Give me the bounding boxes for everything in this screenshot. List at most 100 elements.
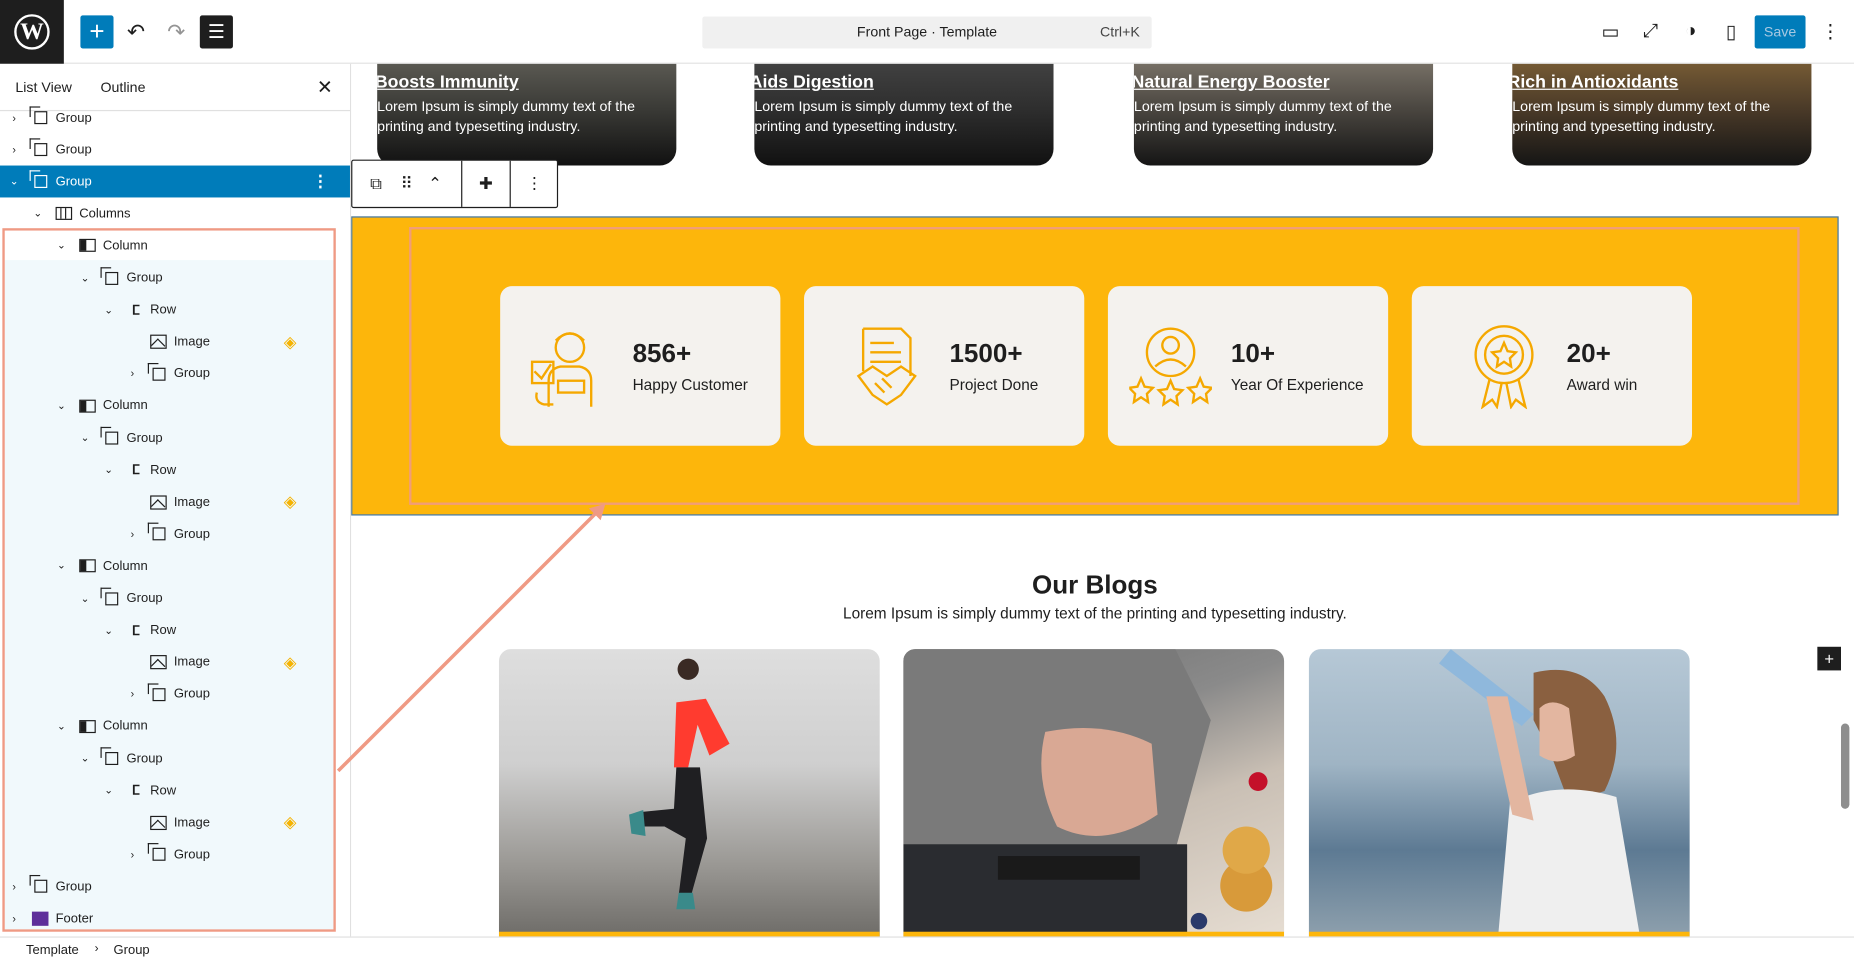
stat-card[interactable]: 10+ Year Of Experience <box>1107 286 1389 446</box>
chevron-down-icon[interactable]: ⌄ <box>7 175 21 188</box>
stat-card[interactable]: 856+ Happy Customer <box>500 286 781 446</box>
feature-card[interactable]: Aids Digestion Lorem Ipsum is simply dum… <box>754 63 1054 166</box>
align-button[interactable]: ✚ <box>462 161 509 207</box>
blogs-subtitle[interactable]: Lorem Ipsum is simply dummy text of the … <box>351 604 1838 622</box>
tree-row-group[interactable]: › Group <box>0 518 350 550</box>
options-menu-button[interactable]: ⋮ <box>1815 17 1846 48</box>
save-button[interactable]: Save <box>1754 15 1806 49</box>
tree-row-column[interactable]: ⌄ Column <box>0 550 350 582</box>
chevron-down-icon[interactable]: ⌄ <box>102 303 116 316</box>
close-icon[interactable]: ✕ <box>317 76 333 100</box>
chevron-down-icon[interactable]: ⌄ <box>54 239 68 252</box>
chevron-down-icon[interactable]: ⌄ <box>78 432 92 445</box>
tree-row-group[interactable]: › Group <box>0 102 350 134</box>
block-options-button[interactable]: ⋮ <box>511 161 558 207</box>
block-toolbar: ⧉ ⠿ ⌃ ✚ ⋮ <box>351 159 559 209</box>
tree-row-group[interactable]: › Group <box>0 678 350 710</box>
add-block-button[interactable]: + <box>80 15 114 49</box>
view-desktop-button[interactable]: ▭ <box>1595 17 1626 48</box>
chevron-down-icon[interactable]: ⌄ <box>54 400 68 413</box>
group-block-icon <box>147 683 168 703</box>
tree-row-group[interactable]: › Group <box>0 358 350 390</box>
blog-image-hydration[interactable] <box>1308 649 1690 937</box>
chevron-right-icon[interactable]: › <box>7 144 21 156</box>
chevron-right-icon[interactable]: › <box>125 528 139 540</box>
tree-row-group[interactable]: › Group <box>0 871 350 903</box>
feature-card[interactable]: Rich in Antioxidants Lorem Ipsum is simp… <box>1512 63 1812 166</box>
chevron-down-icon[interactable]: ⌄ <box>31 207 45 220</box>
card-title[interactable]: Aids Digestion <box>754 72 873 92</box>
stat-card[interactable]: 20+ Award win <box>1411 286 1693 446</box>
block-inserter-button[interactable]: + <box>1817 646 1841 671</box>
block-type-button[interactable]: ⧉ <box>352 161 399 207</box>
chevron-down-icon[interactable]: ⌄ <box>78 752 92 765</box>
move-up-down-button[interactable]: ⌃ <box>421 161 449 207</box>
breadcrumb-group[interactable]: Group <box>114 944 150 958</box>
tree-row-group[interactable]: ⌄ Group <box>0 582 350 614</box>
chevron-down-icon[interactable]: ⌄ <box>102 784 116 797</box>
document-overview-button[interactable]: ☰ <box>199 15 233 49</box>
drag-handle[interactable]: ⠿ <box>395 161 419 207</box>
chevron-down-icon[interactable]: ⌄ <box>78 271 92 284</box>
chevron-right-icon[interactable]: › <box>7 112 21 124</box>
tab-list-view[interactable]: List View <box>15 79 72 96</box>
tree-row-row[interactable]: ⌄ ⵎ Row <box>0 294 350 326</box>
tree-row-group[interactable]: ⌄ Group <box>0 422 350 454</box>
settings-sidebar-button[interactable]: ▯ <box>1716 17 1747 48</box>
group-block-icon <box>147 843 168 863</box>
chevron-right-icon[interactable]: › <box>125 849 139 861</box>
stats-section-selected[interactable]: 856+ Happy Customer 1500+ Project Done 1… <box>351 216 1841 671</box>
tree-row-image[interactable]: Image ◈ <box>0 486 350 518</box>
tree-row-row[interactable]: ⌄ ⵎ Row <box>0 775 350 807</box>
fullscreen-button[interactable]: ⤢ <box>1635 17 1666 48</box>
tree-row-column[interactable]: ⌄ Column <box>0 390 350 422</box>
tree-row-image[interactable]: Image ◈ <box>0 646 350 678</box>
chevron-down-icon[interactable]: ⌄ <box>54 560 68 573</box>
styles-button[interactable]: ◑ <box>1675 17 1706 48</box>
tree-row-image[interactable]: Image ◈ <box>0 326 350 358</box>
more-vertical-icon[interactable]: ⋮ <box>312 172 329 192</box>
chevron-right-icon[interactable]: › <box>125 689 139 701</box>
feature-card[interactable]: Natural Energy Booster Lorem Ipsum is si… <box>1133 63 1434 166</box>
undo-button[interactable]: ↶ <box>119 15 152 48</box>
blog-image-digestion[interactable] <box>903 649 1285 937</box>
page-scrollbar[interactable] <box>1840 723 1850 809</box>
tree-row-label: Group <box>55 879 92 894</box>
chevron-down-icon[interactable]: ⌄ <box>102 624 116 637</box>
wordpress-logo-button[interactable]: W <box>0 0 64 64</box>
tree-row-group[interactable]: ⌄ Group <box>0 262 350 294</box>
tree-row-group[interactable]: › Group <box>0 839 350 871</box>
tree-row-column[interactable]: ⌄ Column <box>0 710 350 742</box>
stat-card[interactable]: 1500+ Project Done <box>804 286 1085 446</box>
chevron-down-icon[interactable]: ⌄ <box>54 720 68 733</box>
tab-outline[interactable]: Outline <box>101 79 146 96</box>
tree-row-group[interactable]: ⌄ Group ⋮ <box>0 165 350 198</box>
feature-card[interactable]: Boosts Immunity Lorem Ipsum is simply du… <box>377 63 677 166</box>
card-title[interactable]: Natural Energy Booster <box>1134 72 1330 92</box>
redo-button[interactable]: ↷ <box>160 15 193 48</box>
card-title[interactable]: Rich in Antioxidants <box>1512 72 1678 92</box>
chevron-right-icon[interactable]: › <box>7 913 21 925</box>
justify-icon: ✚ <box>479 173 493 193</box>
stat-label: Award win <box>1566 376 1638 394</box>
shortcut-hint: Ctrl+K <box>1100 23 1140 41</box>
tree-row-group[interactable]: ⌄ Group <box>0 743 350 775</box>
blogs-heading[interactable]: Our Blogs <box>351 570 1838 601</box>
chevron-down-icon[interactable]: ⌄ <box>102 464 116 477</box>
tree-row-group[interactable]: › Group <box>0 134 350 166</box>
breadcrumb-template[interactable]: Template <box>26 944 79 958</box>
group-block-icon <box>28 106 50 126</box>
chevron-right-icon[interactable]: › <box>7 881 21 893</box>
chevron-down-icon[interactable]: ⌄ <box>78 592 92 605</box>
tree-row-column[interactable]: ⌄ Column <box>0 230 350 262</box>
tree-row-image[interactable]: Image ◈ <box>0 807 350 839</box>
tree-row-columns[interactable]: ⌄ Columns <box>0 198 350 230</box>
blog-image-running[interactable] <box>498 649 880 937</box>
tree-row-footer[interactable]: › Footer <box>0 903 350 935</box>
card-title[interactable]: Boosts Immunity <box>377 72 519 92</box>
tree-row-row[interactable]: ⌄ ⵎ Row <box>0 614 350 646</box>
tree-row-row[interactable]: ⌄ ⵎ Row <box>0 454 350 486</box>
command-palette-bar[interactable]: Front Page · Template Ctrl+K <box>702 16 1152 49</box>
tree-row-label: Group <box>173 687 210 702</box>
chevron-right-icon[interactable]: › <box>125 368 139 380</box>
